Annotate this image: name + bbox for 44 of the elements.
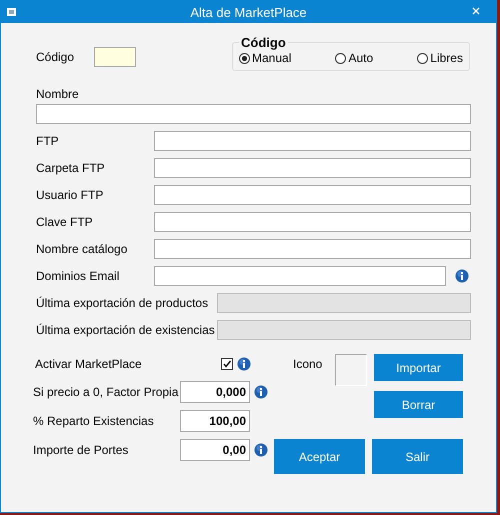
checkbox[interactable]	[221, 358, 233, 370]
field-label: Última exportación de productos	[36, 296, 210, 310]
text-field[interactable]	[154, 239, 471, 259]
radio-option[interactable]: Libres	[417, 52, 463, 64]
number-field[interactable]: 100,00	[180, 410, 250, 432]
close-button[interactable]	[470, 5, 482, 17]
info-icon[interactable]	[254, 443, 268, 457]
info-icon[interactable]	[237, 357, 251, 371]
group-title: Código	[240, 35, 287, 50]
field-label: Dominios Email	[36, 269, 120, 283]
window-title: Alta de MarketPlace	[190, 4, 307, 20]
radio-option[interactable]: Manual	[239, 52, 292, 64]
text-field[interactable]	[154, 185, 471, 205]
app-icon	[7, 8, 16, 16]
field-label: Importe de Portes	[33, 443, 130, 457]
code-field[interactable]	[94, 47, 136, 67]
icon-button[interactable]: Borrar	[374, 391, 463, 418]
field-label: FTP	[36, 134, 60, 148]
text-field[interactable]	[154, 266, 446, 286]
field-label: Nombre catálogo	[36, 242, 128, 256]
field-label: Icono	[293, 357, 324, 373]
name-field[interactable]	[36, 104, 471, 124]
close-icon	[470, 5, 482, 17]
info-icon[interactable]	[254, 385, 268, 399]
field-label: Si precio a 0, Factor Propia	[33, 385, 180, 399]
field-label: Usuario FTP	[36, 188, 104, 202]
field-label: Carpeta FTP	[36, 161, 106, 175]
number-field[interactable]: 0,00	[180, 439, 250, 461]
radio-option[interactable]: Auto	[335, 52, 374, 64]
dialog-button[interactable]: Salir	[372, 439, 463, 474]
field-label: Activar MarketPlace	[35, 357, 143, 371]
info-icon[interactable]	[455, 269, 469, 283]
field-label: % Reparto Existencias	[33, 414, 155, 428]
dialog-button[interactable]: Aceptar	[274, 439, 365, 474]
text-field[interactable]	[154, 131, 471, 151]
field-label: Nombre	[36, 87, 80, 101]
number-field[interactable]: 0,000	[180, 381, 250, 403]
text-field[interactable]	[154, 158, 471, 178]
icon-preview	[335, 354, 367, 386]
icon-button[interactable]: Importar	[374, 354, 463, 381]
field-label: Clave FTP	[36, 215, 94, 229]
field-label: Código	[36, 50, 74, 64]
field-label: Última exportación de existencias	[36, 323, 216, 337]
text-field[interactable]	[154, 212, 471, 232]
